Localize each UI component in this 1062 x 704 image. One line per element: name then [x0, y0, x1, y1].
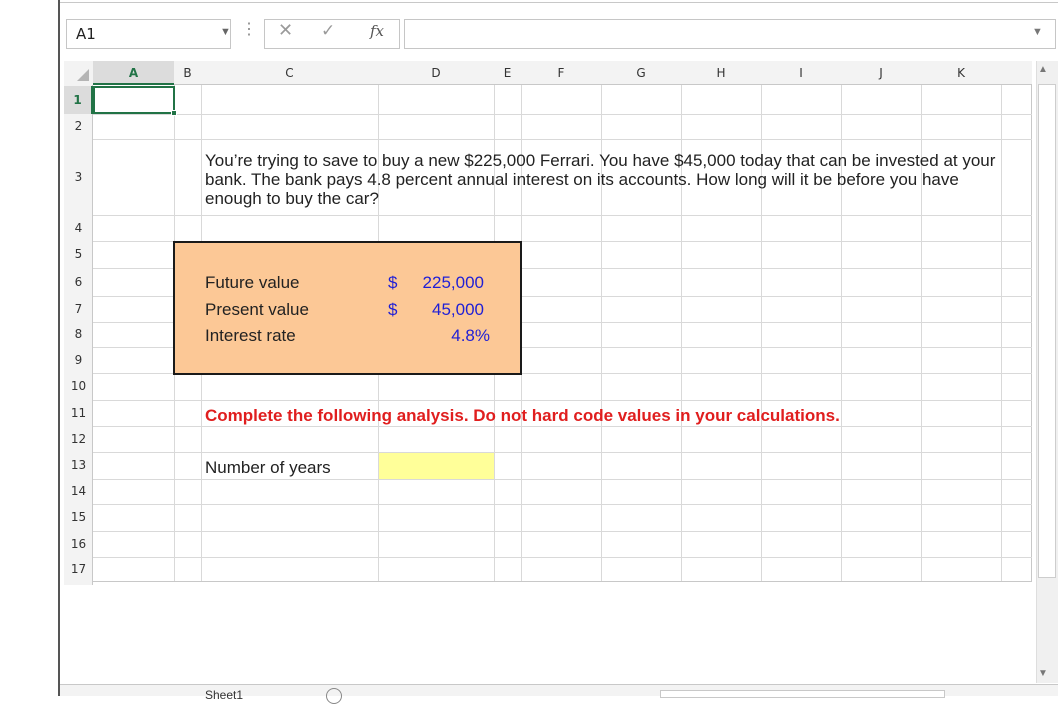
chevron-down-icon[interactable]: ▼	[220, 26, 231, 38]
column-header-g[interactable]: G	[601, 61, 681, 85]
future-value-currency: $	[388, 273, 398, 292]
problem-statement: You’re trying to save to buy a new $225,…	[205, 151, 996, 208]
row-header-6[interactable]: 6	[64, 268, 93, 296]
expand-formula-bar-icon[interactable]: ▼	[1032, 26, 1043, 38]
number-of-years-input[interactable]	[379, 453, 494, 479]
row-header-12[interactable]: 12	[64, 426, 93, 452]
horizontal-scrollbar[interactable]	[660, 690, 945, 698]
insert-function-icon[interactable]: fx	[370, 22, 384, 40]
workbook-frame	[58, 0, 60, 696]
column-header-j[interactable]: J	[841, 61, 921, 85]
row-header-10[interactable]: 10	[64, 373, 93, 400]
sheet-tab[interactable]: Sheet1	[205, 689, 243, 701]
scroll-up-icon[interactable]: ▲	[1038, 64, 1048, 75]
vertical-dots-icon[interactable]: ⋮	[241, 22, 257, 38]
present-value-cell[interactable]: 45,000	[404, 300, 484, 320]
row-header-1[interactable]: 1	[64, 86, 93, 114]
row-header-7[interactable]: 7	[64, 296, 93, 322]
number-of-years-label: Number of years	[205, 458, 331, 477]
active-cell-a1[interactable]	[93, 86, 175, 114]
row-header-4[interactable]: 4	[64, 215, 93, 241]
column-header-a[interactable]: A	[93, 61, 174, 85]
scrollbar-thumb[interactable]	[1038, 84, 1056, 578]
interest-rate-label: Interest rate	[205, 326, 296, 345]
name-box[interactable]: A1	[66, 19, 231, 49]
formula-input[interactable]	[404, 19, 1056, 49]
row-header-11[interactable]: 11	[64, 400, 93, 426]
cancel-icon[interactable]: ✕	[278, 20, 293, 41]
row-header-14[interactable]: 14	[64, 479, 93, 504]
present-value-currency: $	[388, 300, 398, 319]
future-value-label: Future value	[205, 273, 300, 292]
row-header-13[interactable]: 13	[64, 452, 93, 479]
column-header-f[interactable]: F	[521, 61, 601, 85]
fill-handle[interactable]	[171, 110, 177, 116]
ribbon-divider	[60, 2, 1058, 3]
column-header-k[interactable]: K	[921, 61, 1001, 85]
select-all-icon	[77, 69, 89, 81]
row-header-2[interactable]: 2	[64, 114, 93, 139]
add-sheet-icon[interactable]	[326, 688, 342, 704]
instruction-text: Complete the following analysis. Do not …	[205, 406, 840, 425]
row-header-9[interactable]: 9	[64, 347, 93, 373]
row-header-16[interactable]: 16	[64, 531, 93, 557]
column-header-i[interactable]: I	[761, 61, 841, 85]
present-value-label: Present value	[205, 300, 309, 319]
row-header-5[interactable]: 5	[64, 241, 93, 268]
row-header-8[interactable]: 8	[64, 322, 93, 347]
enter-icon[interactable]: ✓	[321, 21, 335, 41]
column-header-h[interactable]: H	[681, 61, 761, 85]
column-header-b[interactable]: B	[174, 61, 201, 85]
row-header-3[interactable]: 3	[64, 139, 93, 215]
column-header-d[interactable]: D	[378, 61, 494, 85]
future-value-cell[interactable]: 225,000	[404, 273, 484, 293]
scroll-down-icon[interactable]: ▼	[1038, 668, 1048, 679]
row-header-15[interactable]: 15	[64, 504, 93, 531]
column-header-c[interactable]: C	[201, 61, 378, 85]
interest-rate-cell[interactable]: 4.8%	[404, 326, 490, 346]
column-header-e[interactable]: E	[494, 61, 521, 85]
row-header-17[interactable]: 17	[64, 557, 93, 582]
